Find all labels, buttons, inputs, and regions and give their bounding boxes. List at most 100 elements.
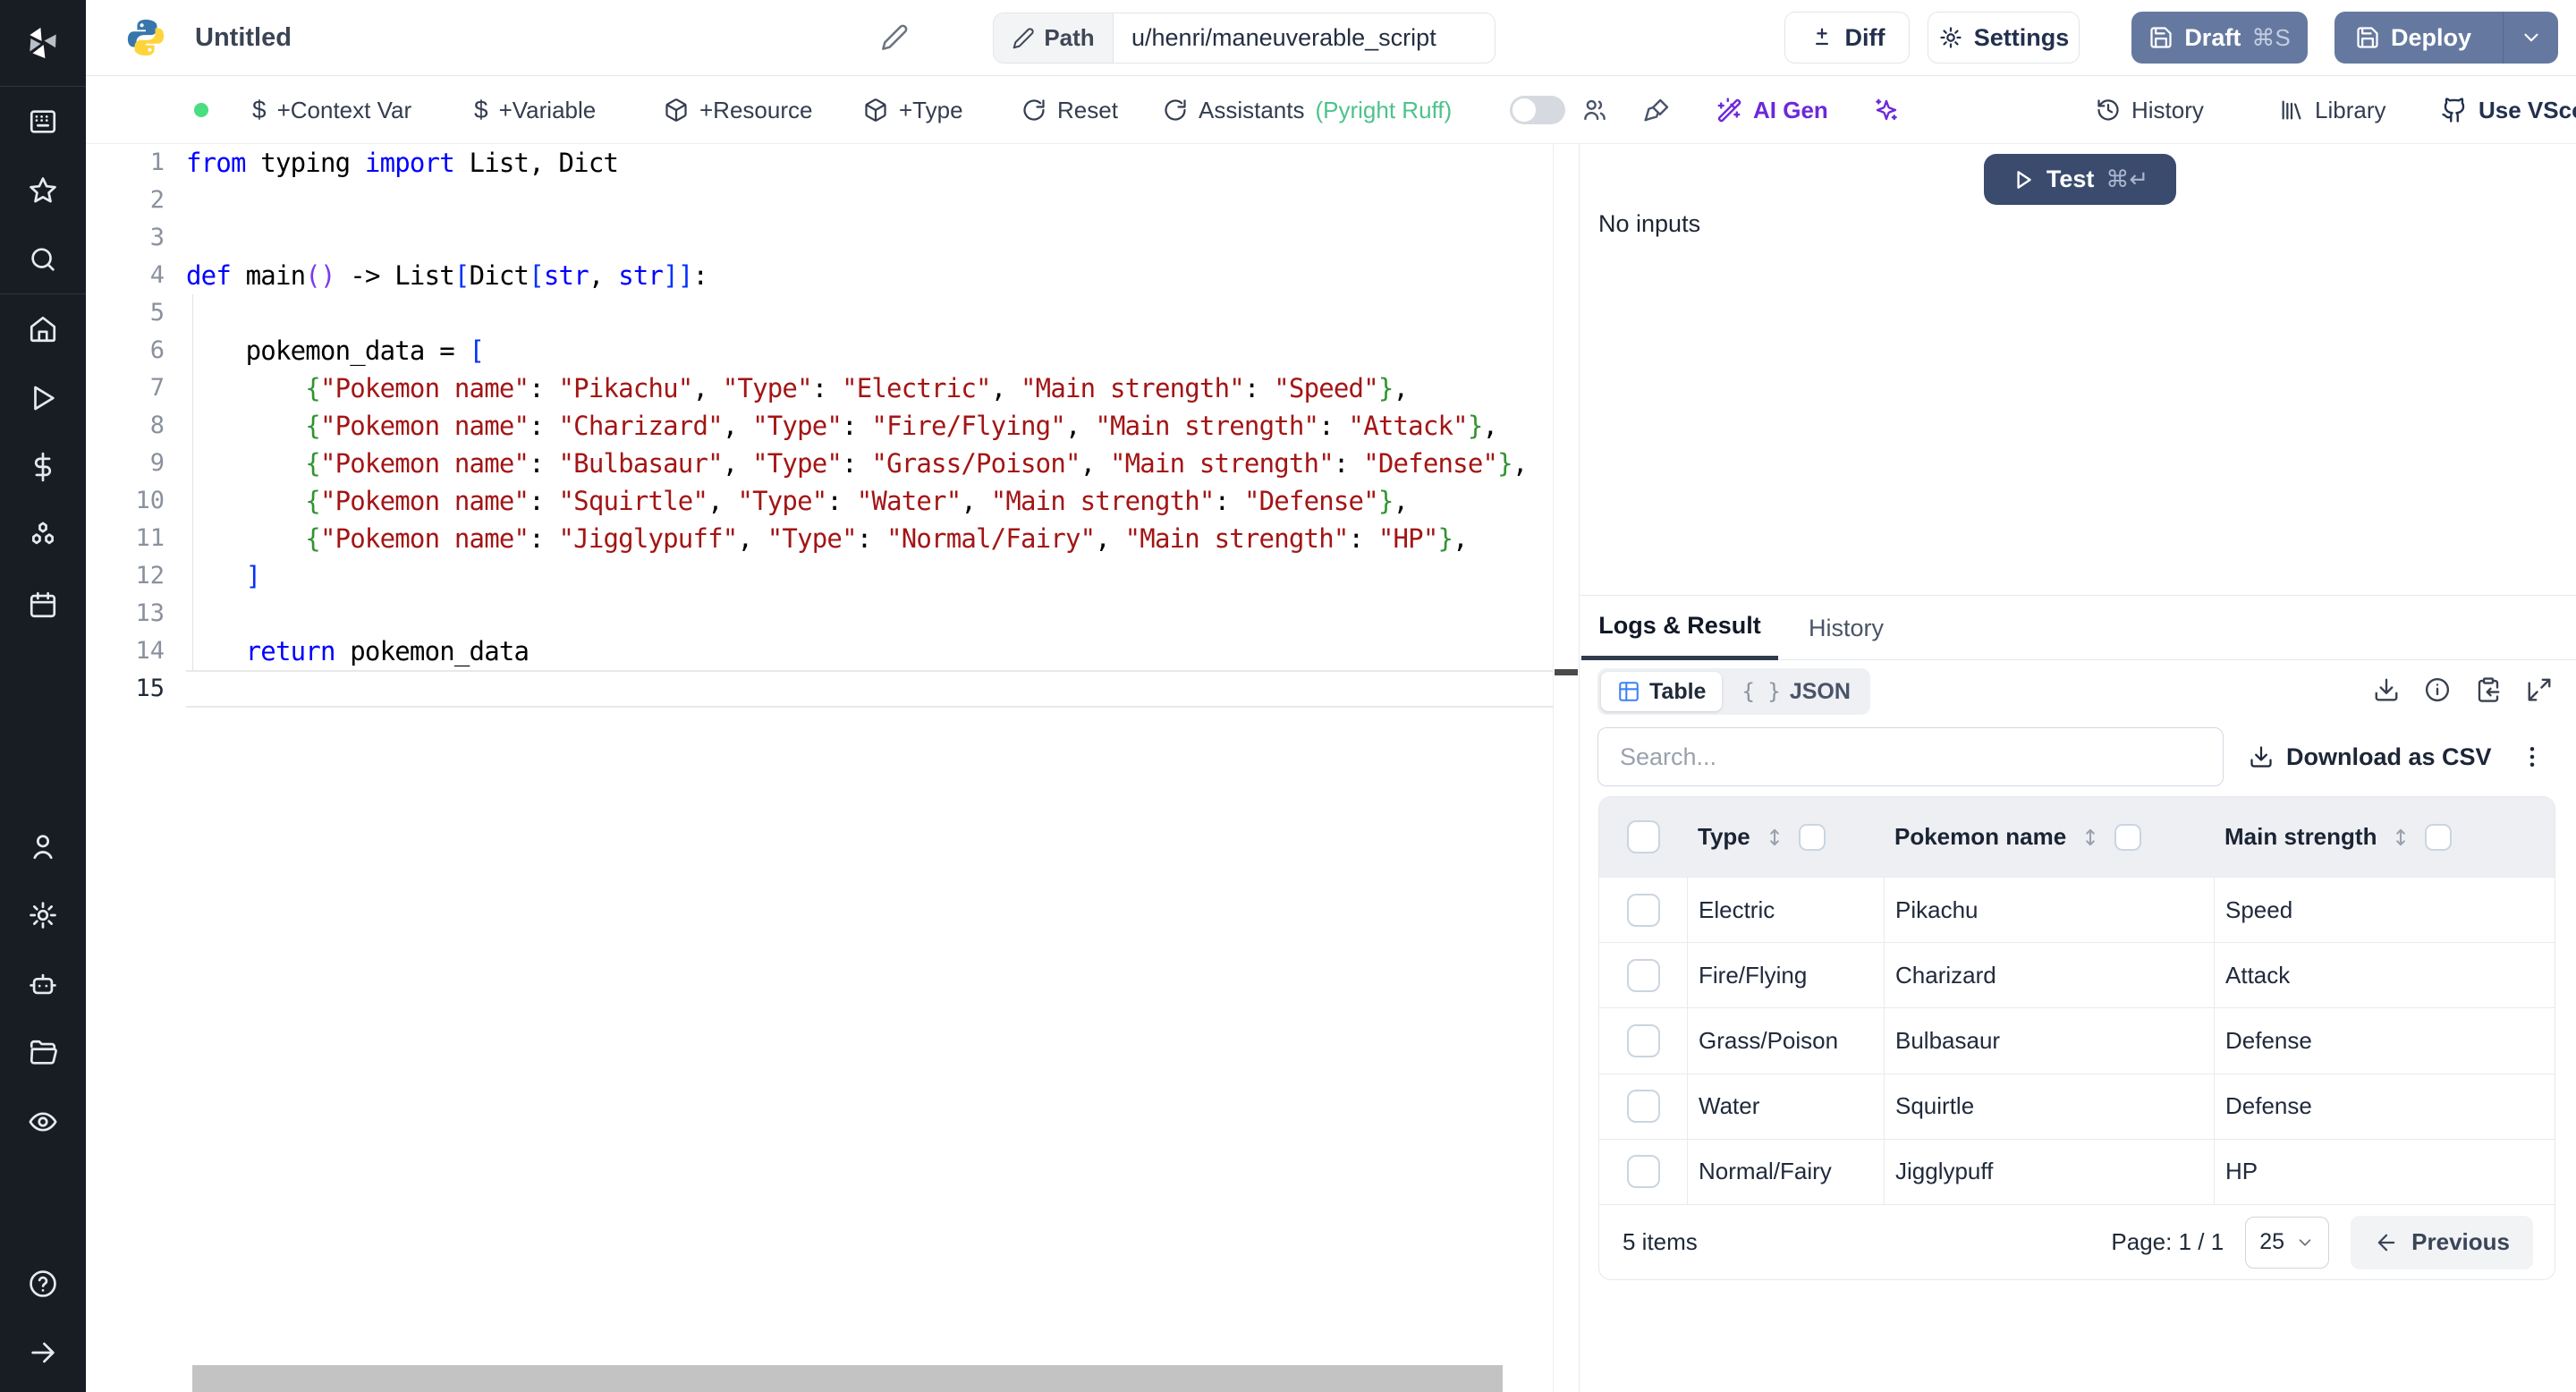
column-filter-checkbox[interactable] — [1798, 823, 1826, 851]
row-checkbox[interactable] — [1626, 958, 1660, 992]
view-mode-table[interactable]: Table — [1601, 672, 1723, 711]
add-resource-button[interactable]: +Resource — [664, 76, 812, 144]
sort-icon[interactable] — [1763, 826, 1786, 849]
row-checkbox[interactable] — [1626, 1155, 1660, 1189]
column-filter-checkbox[interactable] — [2425, 823, 2453, 851]
table-row[interactable]: Normal/Fairy Jigglypuff HP — [1599, 1138, 2555, 1205]
windmill-logo[interactable] — [0, 0, 86, 86]
expand-icon[interactable] — [2526, 676, 2553, 703]
sidebar-item-schedules[interactable] — [0, 570, 86, 639]
kebab-menu-button[interactable] — [2519, 727, 2546, 786]
table-row[interactable]: Water Squirtle Defense — [1599, 1073, 2555, 1139]
add-type-button[interactable]: +Type — [863, 76, 963, 144]
deploy-options-button[interactable] — [2503, 12, 2558, 64]
sidebar-item-settings[interactable] — [0, 880, 86, 949]
line-number: 10 — [135, 487, 165, 514]
row-checkbox[interactable] — [1626, 1090, 1660, 1124]
table-row[interactable]: Fire/Flying Charizard Attack — [1599, 942, 2555, 1008]
sidebar-item-expand[interactable] — [0, 1318, 86, 1387]
code-line[interactable]: ] — [186, 557, 1554, 595]
sidebar-item-resources[interactable] — [0, 501, 86, 570]
assistants-button[interactable]: Assistants (Pyright Ruff) — [1163, 76, 1452, 144]
column-label: Type — [1698, 823, 1750, 850]
code-editor[interactable]: 1 2 3 4 5 6 7 8 9 10 11 12 13 14 15 from typing import… — [86, 144, 1579, 1392]
sidebar-item-variables[interactable] — [0, 432, 86, 501]
line-number: 15 — [135, 675, 165, 702]
sidebar-item-workers[interactable] — [0, 949, 86, 1018]
code-line[interactable]: def main() -> List[Dict[str, str]]: — [186, 257, 1554, 294]
ai-gen-button[interactable]: AI Gen — [1716, 76, 1828, 144]
code-line[interactable] — [186, 670, 1554, 708]
horizontal-scrollbar[interactable] — [192, 1365, 1503, 1392]
deploy-button[interactable]: Deploy — [2334, 12, 2492, 64]
github-cat-icon — [2441, 97, 2468, 123]
row-checkbox[interactable] — [1626, 1024, 1660, 1057]
script-path-field[interactable]: Path u/henri/maneuverable_script — [993, 13, 1496, 64]
code-line[interactable]: {"Pokemon name": "Charizard", "Type": "F… — [186, 407, 1554, 445]
table-row[interactable]: Electric Pikachu Speed — [1599, 877, 2555, 943]
code-line[interactable]: {"Pokemon name": "Jigglypuff", "Type": "… — [186, 520, 1554, 557]
select-all-checkbox[interactable] — [1626, 820, 1660, 853]
json-mode-label: JSON — [1789, 678, 1851, 704]
code-line[interactable]: pokemon_data = [ — [186, 332, 1554, 369]
code-line[interactable]: {"Pokemon name": "Bulbasaur", "Type": "G… — [186, 445, 1554, 482]
download-icon[interactable] — [2373, 676, 2400, 703]
sort-icon[interactable] — [2389, 826, 2412, 849]
test-button[interactable]: Test ⌘↵ — [1984, 154, 2176, 205]
sidebar-item-home[interactable] — [0, 294, 86, 363]
tab-logs-result[interactable]: Logs & Result — [1581, 596, 1778, 660]
sidebar-item-audit[interactable] — [0, 1087, 86, 1156]
sidebar-item-user[interactable] — [0, 811, 86, 880]
multiplayer-toggle[interactable] — [1510, 76, 1565, 144]
library-button[interactable]: Library — [2279, 76, 2385, 144]
page-size-select[interactable]: 25 — [2245, 1216, 2330, 1269]
editor-toolbar: $ +Context Var $ +Variable +Resource +Ty… — [86, 76, 2576, 144]
column-filter-checkbox[interactable] — [2114, 823, 2142, 851]
info-icon[interactable] — [2424, 676, 2451, 703]
ai-sparkles-button[interactable] — [1873, 76, 1900, 144]
diff-button[interactable]: Diff — [1784, 12, 1910, 64]
column-header-pokemon-name[interactable]: Pokemon name — [1884, 823, 2214, 851]
row-checkbox[interactable] — [1626, 893, 1660, 927]
tab-history[interactable]: History — [1794, 596, 1898, 660]
column-header-main-strength[interactable]: Main strength — [2214, 823, 2555, 851]
edit-summary-pencil-icon[interactable] — [880, 23, 909, 52]
sidebar-item-folders[interactable] — [0, 1018, 86, 1087]
sidebar-item-help[interactable] — [0, 1249, 86, 1318]
download-csv-button[interactable]: Download as CSV — [2249, 727, 2492, 786]
history-button[interactable]: History — [2096, 76, 2204, 144]
code-line[interactable]: return pokemon_data — [186, 632, 1554, 670]
line-number: 11 — [135, 524, 165, 552]
add-variable-button[interactable]: $ +Variable — [474, 76, 596, 144]
column-header-type[interactable]: Type — [1687, 823, 1884, 851]
path-value[interactable]: u/henri/maneuverable_script — [1114, 13, 1495, 63]
add-context-var-button[interactable]: $ +Context Var — [252, 76, 411, 144]
collaborators-button[interactable] — [1581, 76, 1608, 144]
sidebar-item-runs[interactable] — [0, 363, 86, 432]
code-line[interactable] — [186, 182, 1554, 219]
line-number: 5 — [149, 299, 165, 327]
toggle-switch[interactable] — [1510, 96, 1565, 124]
code-lines[interactable]: from typing import List, Dict def main() … — [186, 144, 1554, 1392]
sidebar-item-search[interactable] — [0, 225, 86, 293]
code-line[interactable]: {"Pokemon name": "Squirtle", "Type": "Wa… — [186, 482, 1554, 520]
settings-button[interactable]: Settings — [1928, 12, 2080, 64]
search-input[interactable] — [1597, 727, 2224, 786]
table-row[interactable]: Grass/Poison Bulbasaur Defense — [1599, 1007, 2555, 1074]
code-line[interactable] — [186, 219, 1554, 257]
draft-button[interactable]: Draft ⌘S — [2131, 12, 2308, 64]
sidebar-item-workspace[interactable] — [0, 87, 86, 156]
sidebar-item-favorites[interactable] — [0, 156, 86, 225]
variable-label: +Variable — [498, 96, 597, 123]
code-line[interactable] — [186, 595, 1554, 632]
code-line[interactable]: from typing import List, Dict — [186, 144, 1554, 182]
previous-page-button[interactable]: Previous — [2351, 1215, 2533, 1269]
format-code-button[interactable] — [1644, 76, 1671, 144]
sort-icon[interactable] — [2079, 826, 2102, 849]
reset-button[interactable]: Reset — [1021, 76, 1118, 144]
code-line[interactable] — [186, 294, 1554, 332]
code-line[interactable]: {"Pokemon name": "Pikachu", "Type": "Ele… — [186, 369, 1554, 407]
view-mode-json[interactable]: { } JSON — [1725, 672, 1866, 711]
use-vscode-button[interactable]: Use VScode — [2441, 76, 2576, 144]
clipboard-copy-icon[interactable] — [2475, 676, 2502, 703]
